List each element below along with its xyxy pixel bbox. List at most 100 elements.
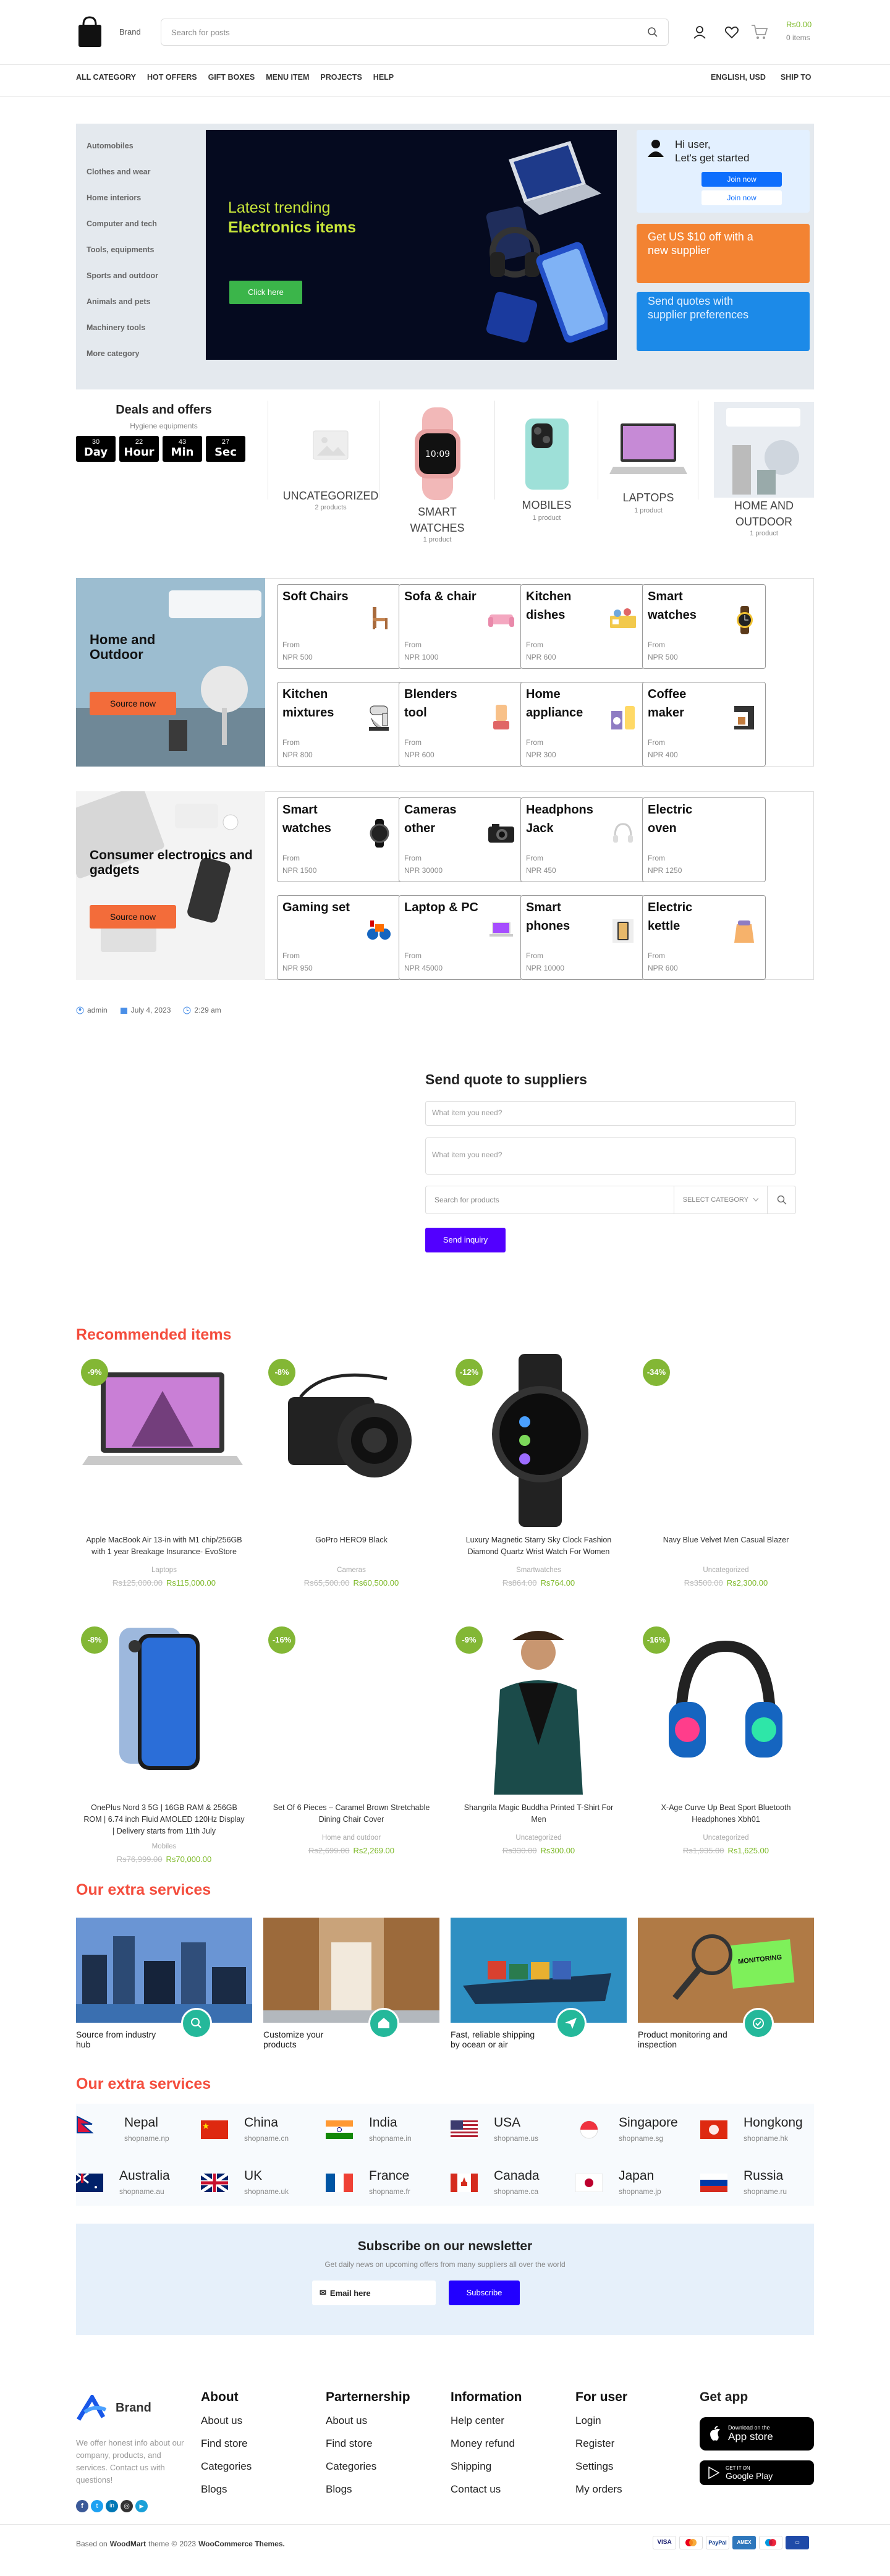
footer-link[interactable]: Register — [575, 2438, 614, 2450]
footer-link[interactable]: Settings — [575, 2460, 613, 2473]
footer-link[interactable]: Blogs — [201, 2483, 227, 2496]
brand-logo[interactable] — [76, 15, 104, 49]
region-item[interactable]: China shopname.cn — [201, 2115, 318, 2149]
promo-orange[interactable]: Get US $10 off with a new supplier — [637, 224, 810, 283]
footer-link[interactable]: Money refund — [451, 2438, 515, 2450]
region-item[interactable]: USA shopname.us — [451, 2115, 568, 2149]
region-item[interactable]: Japan shopname.jp — [575, 2169, 693, 2202]
deal-category-home-outdoor[interactable]: HOME AND OUTDOOR 1 product — [714, 402, 814, 537]
language-selector[interactable]: ENGLISH, USD — [711, 73, 766, 82]
cart-icon[interactable] — [750, 23, 769, 41]
sidebar-item-sports[interactable]: Sports and outdoor — [87, 263, 158, 289]
category-tile[interactable]: Sofa & chair From NPR 1000 — [399, 584, 522, 669]
app-store-button[interactable]: Download on the App store — [700, 2417, 814, 2451]
category-tile[interactable]: Electric oven From NPR 1250 — [642, 797, 766, 882]
youtube-icon[interactable]: ▶ — [135, 2500, 148, 2512]
region-site[interactable]: shopname.cn — [244, 2134, 289, 2143]
product-category[interactable]: Home and outdoor — [263, 1834, 439, 1842]
product-card[interactable]: -34% Navy Blue Velvet Men Casual Blazer Un… — [638, 1354, 814, 1607]
category-tile[interactable]: Gaming set From NPR 950 — [277, 895, 400, 980]
nav-all-category[interactable]: ALL CATEGORY — [76, 73, 136, 82]
service-card-customize[interactable] — [263, 1918, 439, 2023]
footer-woocommerce-link[interactable]: WooCommerce Themes. — [198, 2540, 285, 2548]
check-icon[interactable] — [743, 2008, 774, 2039]
region-item[interactable]: Russia shopname.ru — [700, 2169, 818, 2202]
region-site[interactable]: shopname.au — [119, 2187, 164, 2196]
region-site[interactable]: shopname.uk — [244, 2187, 289, 2196]
region-site[interactable]: shopname.jp — [619, 2187, 661, 2196]
region-site[interactable]: shopname.hk — [744, 2134, 788, 2143]
nav-help[interactable]: HELP — [373, 73, 394, 82]
region-item[interactable]: Nepal shopname.np — [76, 2115, 193, 2149]
service-card-shipping[interactable] — [451, 1918, 627, 2023]
send-icon[interactable] — [556, 2008, 587, 2039]
nav-gift-boxes[interactable]: GIFT BOXES — [208, 73, 255, 82]
nav-hot-offers[interactable]: HOT OFFERS — [147, 73, 197, 82]
product-name[interactable]: Navy Blue Velvet Men Casual Blazer — [644, 1534, 808, 1546]
footer-link[interactable]: Blogs — [326, 2483, 352, 2496]
deal-category-uncategorized[interactable]: UNCATEGORIZED 2 products — [281, 405, 380, 511]
quote-item-field-1[interactable]: What item you need? — [425, 1101, 796, 1126]
product-name[interactable]: Luxury Magnetic Starry Sky Clock Fashion… — [457, 1534, 621, 1558]
heart-icon[interactable] — [724, 25, 739, 40]
quote-search-input[interactable]: Search for products — [426, 1196, 674, 1204]
service-card-source[interactable] — [76, 1918, 252, 2023]
category-tile[interactable]: Smart phones From NPR 10000 — [520, 895, 644, 980]
search-icon[interactable] — [647, 27, 658, 38]
region-item[interactable]: Australia shopname.au — [76, 2169, 193, 2202]
region-item[interactable]: Canada shopname.ca — [451, 2169, 568, 2202]
footer-link[interactable]: About us — [201, 2415, 242, 2427]
product-name[interactable]: Shangrila Magic Buddha Printed T-Shirt F… — [457, 1802, 621, 1826]
sidebar-item-automobiles[interactable]: Automobiles — [87, 133, 158, 159]
sidebar-item-tools[interactable]: Tools, equipments — [87, 237, 158, 263]
home-outdoor-source-button[interactable]: Source now — [90, 692, 176, 715]
region-site[interactable]: shopname.fr — [369, 2187, 410, 2196]
category-tile[interactable]: Cameras other From NPR 30000 — [399, 797, 522, 882]
home-icon[interactable] — [368, 2008, 399, 2039]
footer-link[interactable]: Categories — [201, 2460, 252, 2473]
product-name[interactable]: GoPro HERO9 Black — [269, 1534, 433, 1546]
electronics-source-button[interactable]: Source now — [90, 905, 176, 929]
region-item[interactable]: Hongkong shopname.hk — [700, 2115, 818, 2149]
footer-link[interactable]: Login — [575, 2415, 601, 2427]
search-input[interactable]: Search for posts — [171, 28, 230, 37]
deal-category-smart-watches[interactable]: 10:09 SMART WATCHES 1 product — [380, 405, 494, 543]
footer-woodmart-link[interactable]: WoodMart — [110, 2540, 146, 2548]
category-tile[interactable]: Laptop & PC From NPR 45000 — [399, 895, 522, 980]
facebook-icon[interactable]: f — [76, 2500, 88, 2512]
hero-cta-button[interactable]: Click here — [229, 281, 302, 304]
region-site[interactable]: shopname.in — [369, 2134, 412, 2143]
product-category[interactable]: Mobiles — [76, 1843, 252, 1850]
search-bar[interactable]: Search for posts — [161, 19, 669, 46]
sidebar-item-computer[interactable]: Computer and tech — [87, 211, 158, 237]
product-card[interactable]: -16% Set Of 6 Pieces – Caramel Brown Stre… — [263, 1622, 439, 1875]
product-card[interactable]: -8% GoPro HERO9 Black Cameras Rs65,500.00 Rs… — [263, 1354, 439, 1607]
category-tile[interactable]: Headphons Jack From NPR 450 — [520, 797, 644, 882]
product-category[interactable]: Uncategorized — [638, 1566, 814, 1574]
product-card[interactable]: -9% Shangrila Magic Buddha Printed T-Shir… — [451, 1622, 627, 1875]
sidebar-item-clothes[interactable]: Clothes and wear — [87, 159, 158, 185]
linkedin-icon[interactable]: in — [106, 2500, 118, 2512]
nav-projects[interactable]: PROJECTS — [320, 73, 362, 82]
category-tile[interactable]: Coffee maker From NPR 400 — [642, 682, 766, 767]
region-site[interactable]: shopname.ca — [494, 2187, 538, 2196]
category-tile[interactable]: Electric kettle From NPR 600 — [642, 895, 766, 980]
join-now-button[interactable]: Join now — [701, 172, 782, 187]
user-icon[interactable] — [692, 25, 707, 40]
footer-link[interactable]: About us — [326, 2415, 367, 2427]
product-category[interactable]: Smartwatches — [451, 1566, 627, 1574]
footer-link[interactable]: My orders — [575, 2483, 622, 2496]
product-card[interactable]: -9% Apple MacBook Air 13-in with M1 chip/… — [76, 1354, 252, 1607]
category-tile[interactable]: Smart watches From NPR 500 — [642, 584, 766, 669]
sidebar-item-home-interiors[interactable]: Home interiors — [87, 185, 158, 211]
footer-link[interactable]: Shipping — [451, 2460, 491, 2473]
google-play-button[interactable]: GET IT ON Google Play — [700, 2460, 814, 2485]
footer-logo-icon[interactable] — [76, 2395, 108, 2422]
region-item[interactable]: UK shopname.uk — [201, 2169, 318, 2202]
nav-menu-item[interactable]: MENU ITEM — [266, 73, 309, 82]
search-icon[interactable] — [181, 2008, 212, 2039]
category-tile[interactable]: Smart watches From NPR 1500 — [277, 797, 400, 882]
footer-link[interactable]: Categories — [326, 2460, 376, 2473]
region-site[interactable]: shopname.us — [494, 2134, 538, 2143]
product-card[interactable]: -16% X-Age Curve Up Beat Sport Bluetooth … — [638, 1622, 814, 1875]
